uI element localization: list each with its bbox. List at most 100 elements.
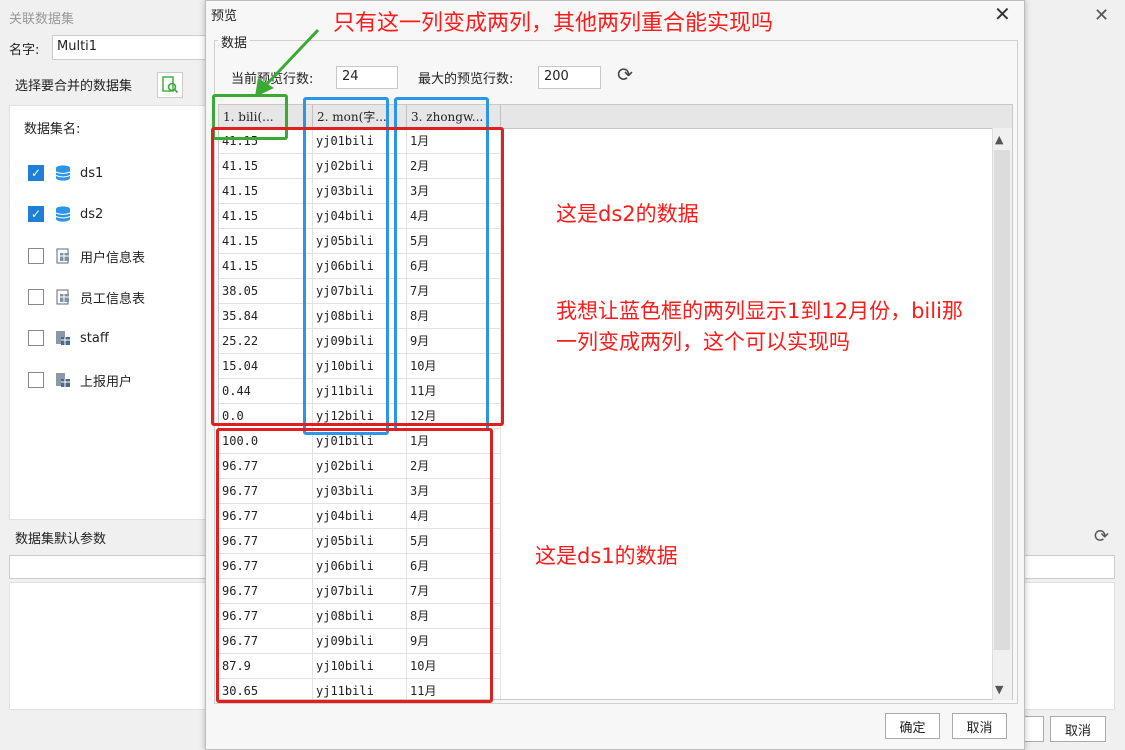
- table-cell[interactable]: 38.05: [219, 279, 313, 304]
- scrollbar-thumb[interactable]: [994, 150, 1010, 650]
- table-cell[interactable]: yj07bili: [313, 579, 407, 604]
- cancel-button[interactable]: 取消: [952, 713, 1007, 739]
- table-cell[interactable]: 5月: [407, 229, 501, 254]
- table-cell[interactable]: 3月: [407, 479, 501, 504]
- table-cell[interactable]: 2月: [407, 454, 501, 479]
- table-cell[interactable]: 10月: [407, 654, 501, 679]
- checkbox[interactable]: [28, 330, 44, 346]
- table-cell[interactable]: 30.65: [219, 679, 313, 699]
- table-row[interactable]: 30.65 yj11bili 11月: [219, 679, 501, 699]
- table-cell[interactable]: 25.22: [219, 329, 313, 354]
- table-cell[interactable]: yj03bili: [313, 179, 407, 204]
- table-cell[interactable]: yj05bili: [313, 229, 407, 254]
- table-cell[interactable]: yj08bili: [313, 304, 407, 329]
- table-cell[interactable]: 11月: [407, 679, 501, 699]
- table-cell[interactable]: 96.77: [219, 554, 313, 579]
- table-cell[interactable]: yj12bili: [313, 404, 407, 429]
- table-cell[interactable]: 41.15: [219, 229, 313, 254]
- dataset-item-staff-info[interactable]: 员工信息表: [28, 286, 145, 308]
- table-cell[interactable]: yj03bili: [313, 479, 407, 504]
- table-row[interactable]: 96.77 yj05bili 5月: [219, 529, 501, 554]
- table-cell[interactable]: 3月: [407, 179, 501, 204]
- table-row[interactable]: 96.77 yj07bili 7月: [219, 579, 501, 604]
- table-row[interactable]: 41.15 yj06bili 6月: [219, 254, 501, 279]
- checkbox-checked[interactable]: ✓: [28, 165, 44, 181]
- chevron-down-icon[interactable]: ▼: [995, 683, 1003, 696]
- table-cell[interactable]: 9月: [407, 629, 501, 654]
- table-cell[interactable]: yj04bili: [313, 504, 407, 529]
- table-cell[interactable]: yj11bili: [313, 379, 407, 404]
- table-row[interactable]: 41.15 yj02bili 2月: [219, 154, 501, 179]
- table-cell[interactable]: 2月: [407, 154, 501, 179]
- table-row[interactable]: 41.15 yj01bili 1月: [219, 129, 501, 154]
- table-cell[interactable]: 0.44: [219, 379, 313, 404]
- table-row[interactable]: 41.15 yj05bili 5月: [219, 229, 501, 254]
- table-cell[interactable]: 4月: [407, 204, 501, 229]
- table-row[interactable]: 15.04 yj10bili 10月: [219, 354, 501, 379]
- table-cell[interactable]: 96.77: [219, 629, 313, 654]
- table-cell[interactable]: 4月: [407, 504, 501, 529]
- table-cell[interactable]: yj08bili: [313, 604, 407, 629]
- table-cell[interactable]: 41.15: [219, 254, 313, 279]
- refresh-icon[interactable]: ⟳: [1094, 526, 1109, 547]
- table-cell[interactable]: yj06bili: [313, 254, 407, 279]
- table-cell[interactable]: 96.77: [219, 529, 313, 554]
- table-cell[interactable]: 41.15: [219, 154, 313, 179]
- table-cell[interactable]: 41.15: [219, 179, 313, 204]
- table-cell[interactable]: yj09bili: [313, 329, 407, 354]
- table-cell[interactable]: 96.77: [219, 479, 313, 504]
- table-cell[interactable]: 9月: [407, 329, 501, 354]
- table-cell[interactable]: yj01bili: [313, 129, 407, 154]
- max-rows-input[interactable]: 200: [538, 66, 601, 89]
- table-cell[interactable]: 96.77: [219, 579, 313, 604]
- checkbox[interactable]: [28, 248, 44, 264]
- pick-dataset-button[interactable]: [157, 72, 183, 98]
- column-header-bili[interactable]: 1. bili(...: [219, 105, 313, 129]
- table-row[interactable]: 96.77 yj03bili 3月: [219, 479, 501, 504]
- table-row[interactable]: 96.77 yj04bili 4月: [219, 504, 501, 529]
- checkbox-checked[interactable]: ✓: [28, 206, 44, 222]
- name-input[interactable]: Multi1: [52, 35, 210, 60]
- checkbox[interactable]: [28, 289, 44, 305]
- table-cell[interactable]: 5月: [407, 529, 501, 554]
- table-row[interactable]: 96.77 yj08bili 8月: [219, 604, 501, 629]
- table-cell[interactable]: 41.15: [219, 204, 313, 229]
- table-cell[interactable]: yj09bili: [313, 629, 407, 654]
- dataset-item-ds1[interactable]: ✓ ds1: [28, 162, 103, 184]
- table-cell[interactable]: 7月: [407, 579, 501, 604]
- column-header-mon[interactable]: 2. mon(字...: [313, 105, 407, 129]
- table-row[interactable]: 41.15 yj03bili 3月: [219, 179, 501, 204]
- table-row[interactable]: 25.22 yj09bili 9月: [219, 329, 501, 354]
- table-cell[interactable]: 1月: [407, 429, 501, 454]
- table-row[interactable]: 100.0 yj01bili 1月: [219, 429, 501, 454]
- table-cell[interactable]: yj10bili: [313, 354, 407, 379]
- current-rows-input[interactable]: 24: [336, 66, 398, 89]
- table-cell[interactable]: 6月: [407, 254, 501, 279]
- table-row[interactable]: 87.9 yj10bili 10月: [219, 654, 501, 679]
- table-cell[interactable]: 6月: [407, 554, 501, 579]
- table-cell[interactable]: 11月: [407, 379, 501, 404]
- table-cell[interactable]: 8月: [407, 604, 501, 629]
- table-cell[interactable]: yj04bili: [313, 204, 407, 229]
- table-cell[interactable]: 1月: [407, 129, 501, 154]
- checkbox[interactable]: [28, 372, 44, 388]
- table-row[interactable]: 96.77 yj02bili 2月: [219, 454, 501, 479]
- table-cell[interactable]: yj10bili: [313, 654, 407, 679]
- table-cell[interactable]: yj02bili: [313, 154, 407, 179]
- table-row[interactable]: 96.77 yj06bili 6月: [219, 554, 501, 579]
- table-cell[interactable]: 96.77: [219, 504, 313, 529]
- table-cell[interactable]: 35.84: [219, 304, 313, 329]
- table-cell[interactable]: yj11bili: [313, 679, 407, 699]
- table-cell[interactable]: yj07bili: [313, 279, 407, 304]
- table-cell[interactable]: 87.9: [219, 654, 313, 679]
- dataset-item-ds2[interactable]: ✓ ds2: [28, 203, 103, 225]
- table-cell[interactable]: 96.77: [219, 454, 313, 479]
- refresh-icon[interactable]: ⟳: [614, 64, 636, 90]
- table-cell[interactable]: 8月: [407, 304, 501, 329]
- table-cell[interactable]: 41.15: [219, 129, 313, 154]
- column-header-zhongwen[interactable]: 3. zhongw...: [407, 105, 501, 129]
- table-row[interactable]: 38.05 yj07bili 7月: [219, 279, 501, 304]
- table-row[interactable]: 35.84 yj08bili 8月: [219, 304, 501, 329]
- table-row[interactable]: 0.44 yj11bili 11月: [219, 379, 501, 404]
- cancel-button-back[interactable]: 取消: [1050, 716, 1106, 742]
